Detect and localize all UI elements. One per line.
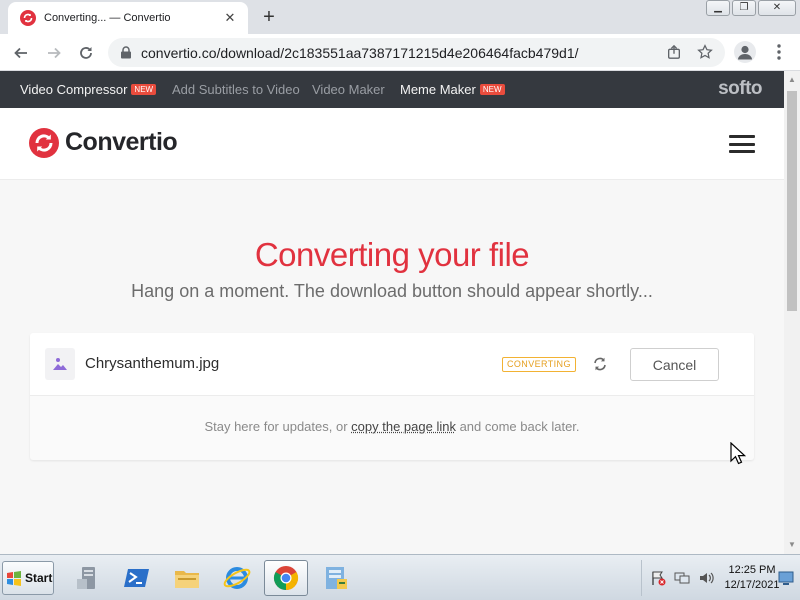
note-text-after: and come back later. — [455, 419, 580, 434]
window-controls: ▁ ❐ ✕ — [706, 0, 796, 16]
url-text: convertio.co/download/2c183551aa73871712… — [141, 45, 579, 61]
new-badge: NEW — [479, 84, 505, 95]
promo-add-subtitles[interactable]: Add Subtitles to Video — [172, 82, 300, 97]
network-icon[interactable] — [674, 570, 690, 586]
tab-close-icon[interactable]: ✕ — [222, 10, 238, 26]
internet-explorer-icon[interactable] — [215, 560, 259, 596]
update-note: Stay here for updates, or copy the page … — [30, 419, 754, 434]
softo-logo[interactable]: softo — [718, 78, 762, 100]
scroll-up-arrow-icon[interactable]: ▲ — [787, 75, 797, 85]
promo-bar: Video Compressor NEW Add Subtitles to Vid… — [0, 71, 784, 108]
tab-title: Converting... — Convertio — [44, 12, 171, 24]
share-icon[interactable] — [665, 44, 683, 62]
cancel-button[interactable]: Cancel — [630, 348, 719, 381]
star-icon[interactable] — [696, 44, 714, 62]
hamburger-icon[interactable] — [729, 135, 755, 153]
close-window-button[interactable]: ✕ — [758, 0, 796, 16]
restore-button[interactable]: ❐ — [732, 0, 756, 16]
system-tray: 12:25 PM 12/17/2021 — [641, 560, 797, 596]
forward-arrow-icon[interactable] — [43, 42, 65, 64]
refresh-icon[interactable] — [592, 356, 608, 372]
promo-meme-maker[interactable]: Meme Maker NEW — [400, 82, 505, 97]
more-vert-icon[interactable] — [769, 42, 789, 62]
page-title: Converting your file — [254, 236, 530, 273]
start-label: Start — [25, 571, 53, 585]
taskbar: Start 12:25 PM 12/17/2021 — [0, 554, 800, 600]
convertio-logo-text[interactable]: Convertio — [65, 128, 178, 157]
browser-toolbar: convertio.co/download/2c183551aa73871712… — [0, 34, 800, 71]
conversion-card: Chrysanthemum.jpg CONVERTING Cancel Stay… — [30, 333, 754, 460]
file-name: Chrysanthemum.jpg — [85, 355, 220, 372]
status-badge: CONVERTING — [502, 357, 576, 372]
page-viewport: Video Compressor NEW Add Subtitles to Vid… — [0, 71, 784, 554]
volume-icon[interactable] — [698, 570, 714, 586]
new-tab-button[interactable]: + — [258, 7, 280, 29]
reload-icon[interactable] — [75, 42, 97, 64]
convertio-favicon — [20, 10, 36, 26]
server-manager-icon[interactable] — [66, 560, 110, 596]
scroll-down-arrow-icon[interactable]: ▼ — [787, 540, 797, 550]
promo-label: Video Maker — [312, 82, 385, 97]
chrome-icon[interactable] — [264, 560, 308, 596]
lock-icon — [121, 46, 131, 59]
action-center-icon[interactable] — [650, 570, 666, 586]
browser-tab[interactable]: Converting... — Convertio ✕ — [8, 2, 248, 34]
new-badge: NEW — [131, 84, 157, 95]
promo-label: Video Compressor — [20, 82, 128, 97]
file-row: Chrysanthemum.jpg CONVERTING Cancel — [30, 333, 754, 396]
mouse-cursor-icon — [730, 442, 746, 465]
promo-video-compressor[interactable]: Video Compressor NEW — [20, 82, 157, 97]
file-explorer-icon[interactable] — [165, 560, 209, 596]
image-file-icon — [45, 348, 75, 380]
clock-time[interactable]: 12:25 PM — [722, 564, 782, 576]
convertio-logo-icon[interactable] — [29, 128, 59, 158]
address-bar[interactable]: convertio.co/download/2c183551aa73871712… — [108, 38, 725, 67]
promo-video-maker[interactable]: Video Maker — [312, 82, 385, 97]
page-scrollbar[interactable]: ▲ ▼ — [784, 71, 800, 554]
powershell-icon[interactable] — [115, 560, 159, 596]
browser-tabstrip: Converting... — Convertio ✕ + ▁ ❐ ✕ — [0, 0, 800, 34]
show-desktop-icon[interactable] — [778, 570, 794, 586]
windows-flag-icon — [7, 571, 21, 586]
network-folder-icon[interactable] — [314, 560, 358, 596]
note-text-before: Stay here for updates, or — [204, 419, 352, 434]
scroll-thumb[interactable] — [787, 91, 797, 311]
clock-date[interactable]: 12/17/2021 — [718, 579, 786, 591]
minimize-button[interactable]: ▁ — [706, 0, 730, 16]
copy-page-link[interactable]: copy the page link — [351, 419, 456, 434]
promo-label: Meme Maker — [400, 82, 476, 97]
start-button[interactable]: Start — [2, 561, 54, 595]
profile-icon[interactable] — [734, 41, 756, 63]
back-arrow-icon[interactable] — [10, 42, 32, 64]
page-subtitle: Hang on a moment. The download button sh… — [131, 281, 653, 301]
promo-label: Add Subtitles to Video — [172, 82, 300, 97]
site-header: Convertio — [0, 108, 784, 180]
